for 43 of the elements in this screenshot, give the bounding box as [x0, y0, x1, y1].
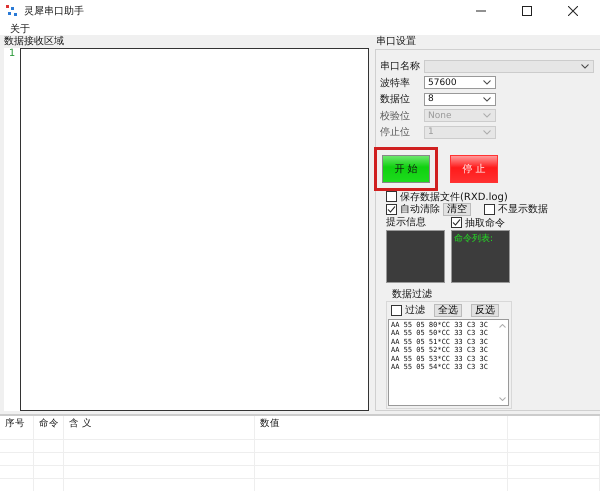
- group-title: 串口设置: [376, 36, 417, 48]
- column-header[interactable]: 数值: [255, 416, 508, 440]
- filter-button[interactable]: 反选: [471, 304, 499, 317]
- window-title: 灵犀串口助手: [24, 4, 84, 18]
- checkbox[interactable]: [386, 204, 397, 215]
- line-number: 1: [8, 48, 16, 59]
- field-label: 波特率: [380, 76, 411, 90]
- column-header[interactable]: 命令: [34, 416, 64, 440]
- field-label: 串口名称: [380, 60, 421, 74]
- checkbox[interactable]: [391, 304, 402, 316]
- dropdown[interactable]: 8: [424, 92, 496, 106]
- clear-button[interactable]: 清空: [443, 202, 471, 216]
- app-icon: [6, 5, 18, 17]
- chevron-icon: [483, 130, 491, 135]
- checkbox[interactable]: [484, 204, 495, 215]
- chevron-icon: [483, 80, 491, 86]
- group-title: 数据过滤: [392, 288, 433, 301]
- checkbox-label: 过滤: [405, 304, 425, 318]
- column-header[interactable]: 序号: [0, 416, 34, 440]
- checkbox-label: 抽取命令: [465, 216, 505, 230]
- field-label: 停止位: [380, 126, 411, 140]
- checkbox-label: 自动清除: [400, 202, 440, 216]
- field-label: 校验位: [380, 110, 411, 123]
- info-panel: [386, 230, 445, 283]
- start-button[interactable]: 开 始: [374, 146, 438, 190]
- stop-button[interactable]: 停 止: [450, 154, 498, 182]
- receive-area-label: 数据接收区域: [4, 36, 65, 48]
- checkbox-label: 不显示数据: [498, 203, 548, 216]
- maximize-icon[interactable]: [522, 6, 532, 16]
- checkbox-label: 保存数据文件(RXD.log): [400, 190, 508, 204]
- filter-button[interactable]: 全选: [434, 304, 462, 317]
- checkbox[interactable]: [386, 191, 397, 202]
- chevron-icon: [483, 113, 491, 118]
- checkbox[interactable]: [451, 217, 462, 228]
- info-label: 提示信息: [386, 216, 427, 229]
- dropdown[interactable]: 57600: [424, 76, 496, 90]
- chevron-icon: [483, 96, 491, 102]
- column-header[interactable]: 含 义: [64, 416, 255, 440]
- command-list-text: 命令列表:: [454, 234, 494, 244]
- close-icon[interactable]: [568, 6, 578, 16]
- chevron-icon: [581, 64, 589, 69]
- menu-item[interactable]: 关于: [10, 22, 30, 36]
- field-label: 数据位: [380, 93, 411, 106]
